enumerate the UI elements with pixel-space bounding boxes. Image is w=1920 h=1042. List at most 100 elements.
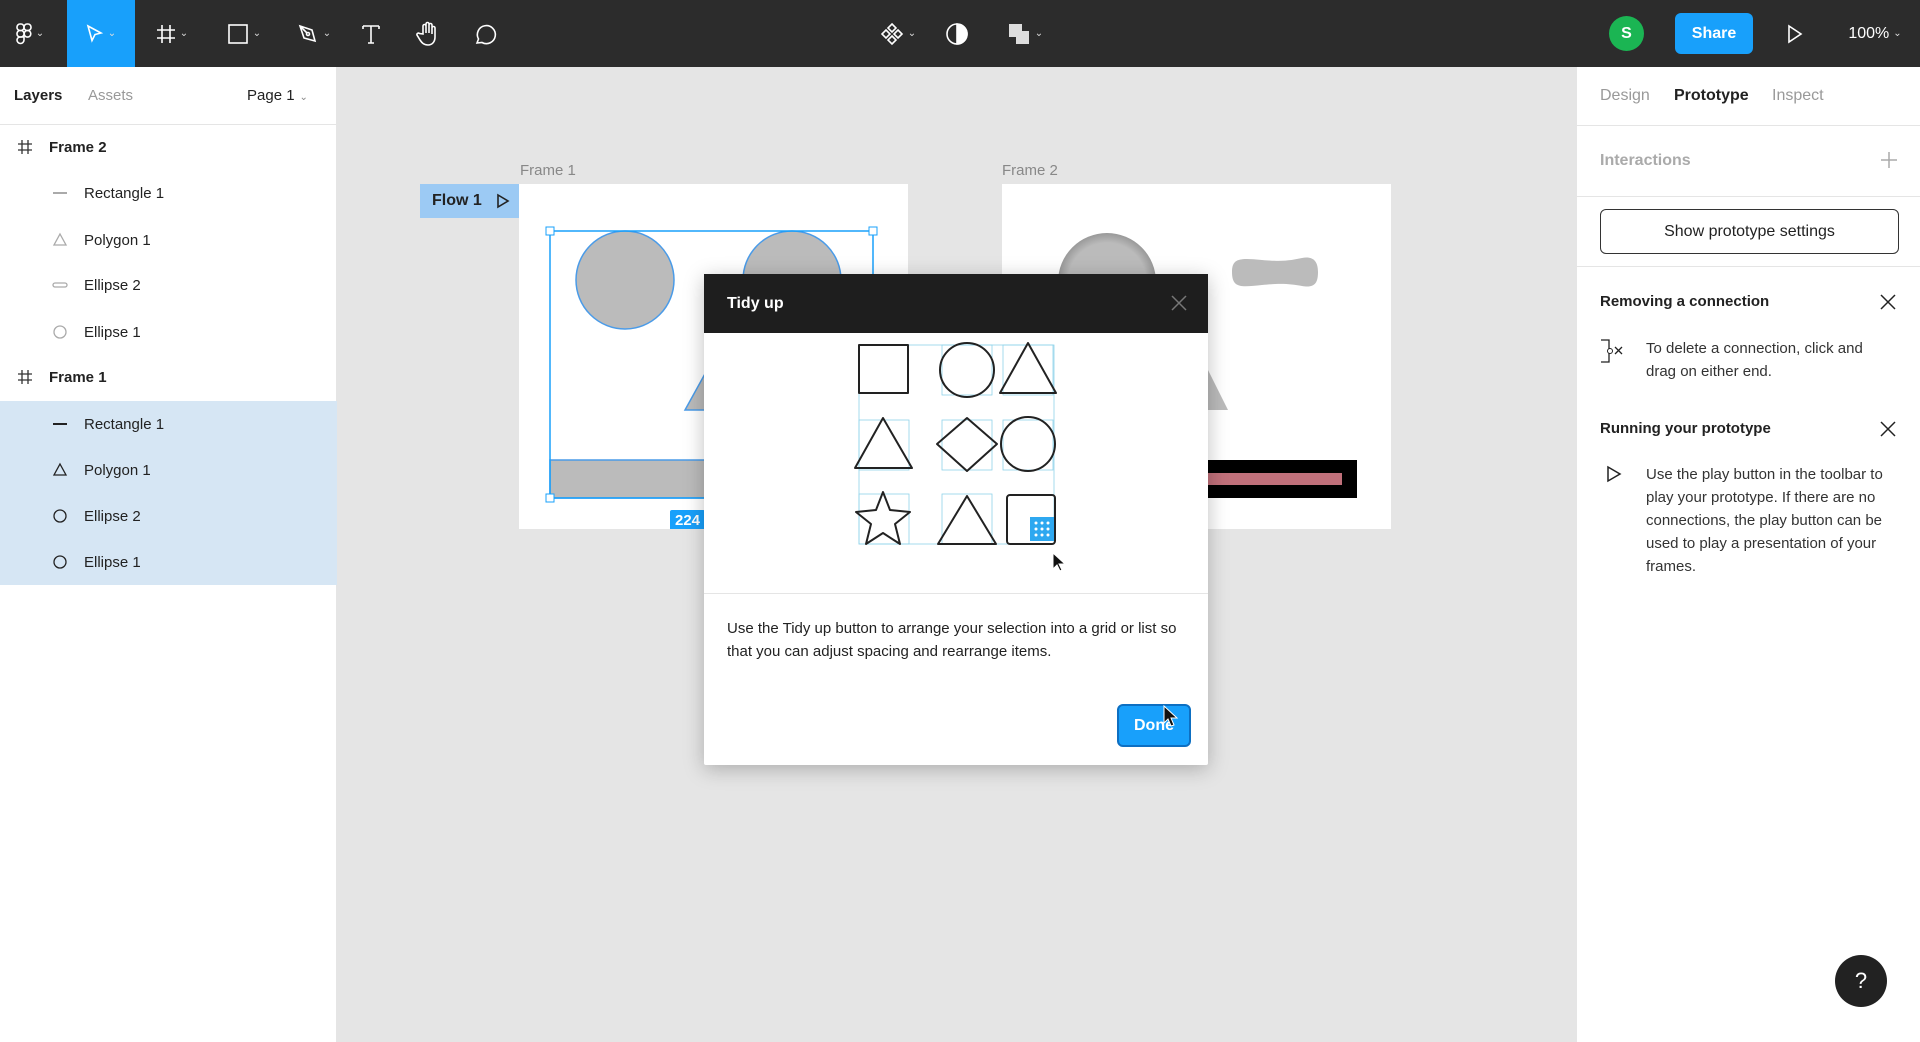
mask-button[interactable] xyxy=(942,0,972,67)
layer-item[interactable]: Frame 2 xyxy=(0,124,337,170)
share-button[interactable]: Share xyxy=(1675,13,1753,54)
rectangle-icon xyxy=(50,185,70,201)
chevron-down-icon: ⌄ xyxy=(107,28,117,39)
tip-text: Use the play button in the toolbar to pl… xyxy=(1646,466,1883,575)
square-shape xyxy=(858,344,909,394)
tab-inspect[interactable]: Inspect xyxy=(1772,87,1824,105)
polygon-icon xyxy=(50,232,70,248)
boolean-button[interactable]: ⌄ xyxy=(1000,0,1050,67)
layer-label: Ellipse 2 xyxy=(84,276,141,294)
toolbar: ⌄ ⌄ ⌄ ⌄ ⌄ ⌄ ⌄ S Share 100% ⌄ xyxy=(0,0,1920,67)
tidy-up-illustration xyxy=(854,342,1067,572)
hand-icon xyxy=(416,21,436,46)
play-icon xyxy=(1788,24,1803,43)
pen-icon xyxy=(298,24,316,42)
plus-icon[interactable] xyxy=(1880,151,1898,169)
divider xyxy=(704,593,1208,594)
layer-item[interactable]: Ellipse 2 xyxy=(0,262,337,308)
layer-item[interactable]: Polygon 1 xyxy=(0,447,337,493)
tab-assets[interactable]: Assets xyxy=(88,87,133,104)
comment-icon xyxy=(475,24,497,44)
component-icon xyxy=(880,22,903,45)
done-button[interactable]: Done xyxy=(1117,704,1191,747)
layer-label: Polygon 1 xyxy=(84,461,151,479)
circle-shape xyxy=(1000,416,1056,472)
chevron-down-icon: ⌄ xyxy=(299,92,308,103)
star-shape xyxy=(855,491,911,545)
polygon-icon xyxy=(50,462,70,478)
pen-tool-button[interactable]: ⌄ xyxy=(289,0,339,67)
text-tool-button[interactable] xyxy=(356,0,386,67)
comment-tool-button[interactable] xyxy=(470,0,500,67)
play-icon xyxy=(496,193,510,209)
layer-label: Frame 2 xyxy=(49,138,107,156)
tab-design[interactable]: Design xyxy=(1600,87,1650,105)
text-icon xyxy=(362,24,380,44)
frame-2-label[interactable]: Frame 2 xyxy=(1002,162,1058,179)
avatar[interactable]: S xyxy=(1609,16,1644,51)
flow-label: Flow 1 xyxy=(432,192,482,209)
disconnect-icon xyxy=(1601,339,1623,363)
layer-label: Ellipse 1 xyxy=(84,323,141,341)
layer-item[interactable]: Ellipse 1 xyxy=(0,309,337,355)
layer-label: Ellipse 2 xyxy=(84,507,141,525)
layer-item[interactable]: Rectangle 1 xyxy=(0,170,337,216)
triangle-shape xyxy=(999,342,1057,394)
chevron-down-icon: ⌄ xyxy=(1034,28,1044,39)
frame-icon xyxy=(15,369,35,385)
move-tool-button[interactable]: ⌄ xyxy=(67,0,135,67)
help-button[interactable]: ? xyxy=(1835,955,1887,1007)
tab-prototype[interactable]: Prototype xyxy=(1674,87,1749,105)
main-menu-button[interactable]: ⌄ xyxy=(8,0,52,67)
tab-layers[interactable]: Layers xyxy=(14,87,62,104)
divider xyxy=(1577,266,1920,267)
chevron-down-icon: ⌄ xyxy=(322,28,332,39)
ellipse-icon xyxy=(50,324,70,340)
hand-tool-button[interactable] xyxy=(413,0,443,67)
frame-hash-icon xyxy=(156,24,175,43)
components-button[interactable]: ⌄ xyxy=(873,0,923,67)
layer-item[interactable]: Frame 1 xyxy=(0,354,337,400)
chevron-down-icon: ⌄ xyxy=(35,28,45,39)
diamond-shape xyxy=(936,417,998,472)
chevron-down-icon: ⌄ xyxy=(252,28,262,39)
zoom-dropdown[interactable]: 100% ⌄ xyxy=(1840,0,1910,67)
layer-label: Polygon 1 xyxy=(84,231,151,249)
ellipse-icon xyxy=(50,554,70,570)
interactions-label: Interactions xyxy=(1600,152,1691,169)
circle-shape xyxy=(939,342,995,398)
mask-icon xyxy=(946,22,968,45)
zoom-level: 100% xyxy=(1848,24,1890,42)
shape-tool-button[interactable]: ⌄ xyxy=(219,0,269,67)
figma-logo-icon xyxy=(15,22,32,44)
boolean-union-icon xyxy=(1008,23,1029,44)
triangle-shape xyxy=(854,417,913,469)
dimension-badge: 224 xyxy=(670,510,706,529)
frame-icon xyxy=(15,139,35,155)
flow-starting-point[interactable]: Flow 1 xyxy=(420,184,519,218)
layers-panel: Layers Assets Page 1 ⌄ Frame 2 Rectangle 1… xyxy=(0,67,337,1042)
layer-item[interactable]: Rectangle 1 xyxy=(0,401,337,447)
close-icon[interactable] xyxy=(1878,419,1898,439)
close-icon[interactable] xyxy=(1878,292,1898,312)
chevron-down-icon: ⌄ xyxy=(907,28,917,39)
play-icon xyxy=(1607,465,1622,483)
tip-text: To delete a connection, click and drag o… xyxy=(1646,340,1863,380)
layer-item[interactable]: Ellipse 2 xyxy=(0,493,337,539)
cursor-icon xyxy=(1163,704,1178,727)
ellipse-2 xyxy=(1232,257,1318,287)
layer-item[interactable]: Ellipse 1 xyxy=(0,539,337,585)
page-selector[interactable]: Page 1 ⌄ xyxy=(247,87,308,104)
move-pointer-icon xyxy=(86,23,103,43)
layer-item[interactable]: Polygon 1 xyxy=(0,217,337,263)
page-name: Page 1 xyxy=(247,87,295,104)
rectangle-icon xyxy=(50,416,70,432)
show-prototype-settings-button[interactable]: Show prototype settings xyxy=(1600,209,1899,254)
frame-1-label[interactable]: Frame 1 xyxy=(520,162,576,179)
resize-handle xyxy=(868,226,878,236)
frame-tool-button[interactable]: ⌄ xyxy=(147,0,197,67)
layer-label: Rectangle 1 xyxy=(84,184,165,202)
chevron-down-icon: ⌄ xyxy=(179,28,189,39)
layer-label: Frame 1 xyxy=(49,368,107,386)
present-button[interactable] xyxy=(1780,0,1810,67)
